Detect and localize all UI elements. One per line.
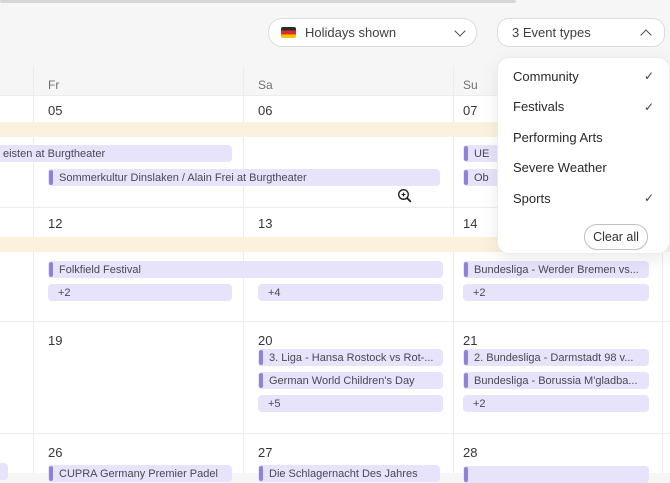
event-types-dropdown-label: 3 Event types (512, 25, 591, 40)
check-icon: ✓ (644, 191, 654, 205)
date-cell-label: 28 (463, 445, 477, 460)
event-pill[interactable]: eisten at Burgtheater (0, 145, 232, 162)
holidays-dropdown-button[interactable]: Holidays shown (268, 18, 477, 47)
event-pill[interactable]: CUPRA Germany Premier Padel (48, 465, 232, 482)
chevron-up-icon (640, 29, 651, 40)
check-icon: ✓ (644, 100, 654, 114)
date-cell-label: 07 (463, 103, 477, 118)
date-cell-label: 05 (48, 103, 62, 118)
event-types-menu: Community ✓ Festivals ✓ Performing Arts … (497, 57, 670, 254)
menu-item-performing-arts[interactable]: Performing Arts (498, 122, 669, 153)
day-header-fr: Fr (48, 78, 59, 92)
event-pill[interactable] (0, 463, 8, 480)
menu-item-label: Severe Weather (513, 160, 607, 175)
zoom-cursor-icon (397, 188, 413, 209)
event-types-dropdown-button[interactable]: 3 Event types (497, 18, 665, 47)
event-pill[interactable]: Die Schlagernacht Des Jahres (258, 465, 440, 482)
event-pill[interactable] (463, 466, 649, 483)
grid-hline (0, 321, 670, 322)
date-cell-label: 12 (48, 216, 62, 231)
check-icon: ✓ (644, 69, 654, 83)
date-cell-label: 06 (258, 103, 272, 118)
menu-item-label: Festivals (513, 99, 564, 114)
event-pill[interactable]: 3. Liga - Hansa Rostock vs Rot-... (258, 349, 443, 366)
menu-item-severe-weather[interactable]: Severe Weather (498, 153, 669, 184)
event-pill[interactable]: Bundesliga - Werder Bremen vs... (463, 261, 649, 278)
more-events-pill[interactable]: +2 (48, 284, 232, 301)
menu-item-community[interactable]: Community ✓ (498, 61, 669, 92)
grid-hline (0, 433, 670, 434)
more-events-pill[interactable]: +2 (463, 284, 649, 301)
menu-item-label: Performing Arts (513, 130, 603, 145)
menu-item-label: Sports (513, 191, 551, 206)
date-cell-label: 21 (463, 333, 477, 348)
more-events-pill[interactable]: +5 (258, 395, 443, 412)
event-pill[interactable]: Sommerkultur Dinslaken / Alain Frei at B… (48, 169, 440, 186)
event-pill[interactable]: 2. Bundesliga - Darmstadt 98 v... (463, 349, 649, 366)
day-header-su: Su (463, 78, 478, 92)
event-pill[interactable]: German World Children's Day (258, 372, 443, 389)
more-events-pill[interactable]: +2 (463, 395, 649, 412)
event-pill[interactable]: Folkfield Festival (48, 261, 443, 278)
top-scrollbar-thumb[interactable] (0, 0, 516, 3)
german-flag-icon (281, 27, 296, 38)
event-pill[interactable]: Bundesliga - Borussia M'gladba... (463, 372, 649, 389)
chevron-down-icon (454, 25, 465, 36)
clear-all-button[interactable]: Clear all (584, 224, 648, 250)
date-cell-label: 27 (258, 445, 272, 460)
date-cell-label: 20 (258, 333, 272, 348)
day-header-sa: Sa (258, 78, 273, 92)
more-events-pill[interactable]: +4 (258, 284, 443, 301)
menu-item-label: Community (513, 69, 579, 84)
date-cell-label: 19 (48, 333, 62, 348)
menu-item-festivals[interactable]: Festivals ✓ (498, 92, 669, 123)
date-cell-label: 13 (258, 216, 272, 231)
date-cell-label: 14 (463, 216, 477, 231)
date-cell-label: 26 (48, 445, 62, 460)
holidays-dropdown-label: Holidays shown (305, 25, 396, 40)
menu-item-sports[interactable]: Sports ✓ (498, 183, 669, 214)
